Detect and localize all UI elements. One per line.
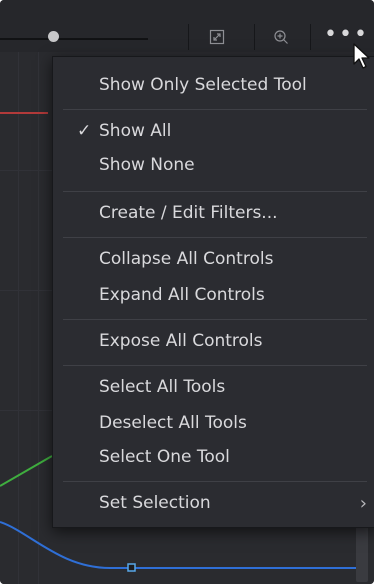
menu-separator <box>63 109 367 110</box>
menu-item-show-none[interactable]: Show None <box>53 149 374 181</box>
keyframe-point[interactable] <box>127 563 136 572</box>
fit-to-window-icon <box>209 29 225 45</box>
graph-toolbar: ••• <box>0 0 374 52</box>
app-frame: ••• Show Only Selected Tool ✓ Show All S… <box>0 0 374 584</box>
green-curve[interactable] <box>0 455 53 487</box>
menu-separator <box>63 319 367 320</box>
menu-item-show-all[interactable]: ✓ Show All <box>53 115 374 147</box>
zoom-button[interactable] <box>264 22 298 52</box>
menu-item-label: Select All Tools <box>99 377 226 397</box>
zoom-icon <box>274 30 288 44</box>
toolbar-divider <box>254 24 255 50</box>
menu-item-label: Show Only Selected Tool <box>99 75 307 95</box>
menu-item-select-one-tool[interactable]: Select One Tool <box>53 441 374 473</box>
menu-separator <box>63 481 367 482</box>
menu-item-label: Show All <box>99 121 172 141</box>
menu-item-create-edit-filters[interactable]: Create / Edit Filters... <box>53 197 374 229</box>
toolbar-divider <box>188 24 189 50</box>
menu-item-expose-all-controls[interactable]: Expose All Controls <box>53 325 374 357</box>
menu-item-label: Select One Tool <box>99 447 230 467</box>
menu-item-set-selection[interactable]: Set Selection › <box>53 487 374 519</box>
menu-item-label: Collapse All Controls <box>99 249 274 269</box>
checkmark-icon: ✓ <box>77 121 92 141</box>
zoom-slider-knob[interactable] <box>48 31 59 42</box>
fit-button[interactable] <box>200 22 234 52</box>
chevron-right-icon: › <box>359 492 367 514</box>
menu-item-label: Show None <box>99 155 195 175</box>
menu-item-collapse-all-controls[interactable]: Collapse All Controls <box>53 243 374 275</box>
blue-curve[interactable] <box>0 521 356 569</box>
menu-item-label: Expand All Controls <box>99 285 265 305</box>
options-menu: Show Only Selected Tool ✓ Show All Show … <box>52 56 374 528</box>
menu-item-deselect-all-tools[interactable]: Deselect All Tools <box>53 407 374 439</box>
menu-separator <box>63 237 367 238</box>
menu-item-label: Deselect All Tools <box>99 413 247 433</box>
menu-item-select-all-tools[interactable]: Select All Tools <box>53 371 374 403</box>
menu-item-label: Expose All Controls <box>99 331 263 351</box>
menu-item-show-only-selected-tool[interactable]: Show Only Selected Tool <box>53 69 374 101</box>
zoom-slider-track[interactable] <box>0 38 148 40</box>
mouse-cursor-icon <box>353 43 370 69</box>
toolbar-divider <box>310 24 311 50</box>
menu-item-label: Set Selection <box>99 493 211 513</box>
menu-separator <box>63 365 367 366</box>
menu-item-expand-all-controls[interactable]: Expand All Controls <box>53 279 374 311</box>
menu-separator <box>63 191 367 192</box>
menu-item-label: Create / Edit Filters... <box>99 203 278 223</box>
